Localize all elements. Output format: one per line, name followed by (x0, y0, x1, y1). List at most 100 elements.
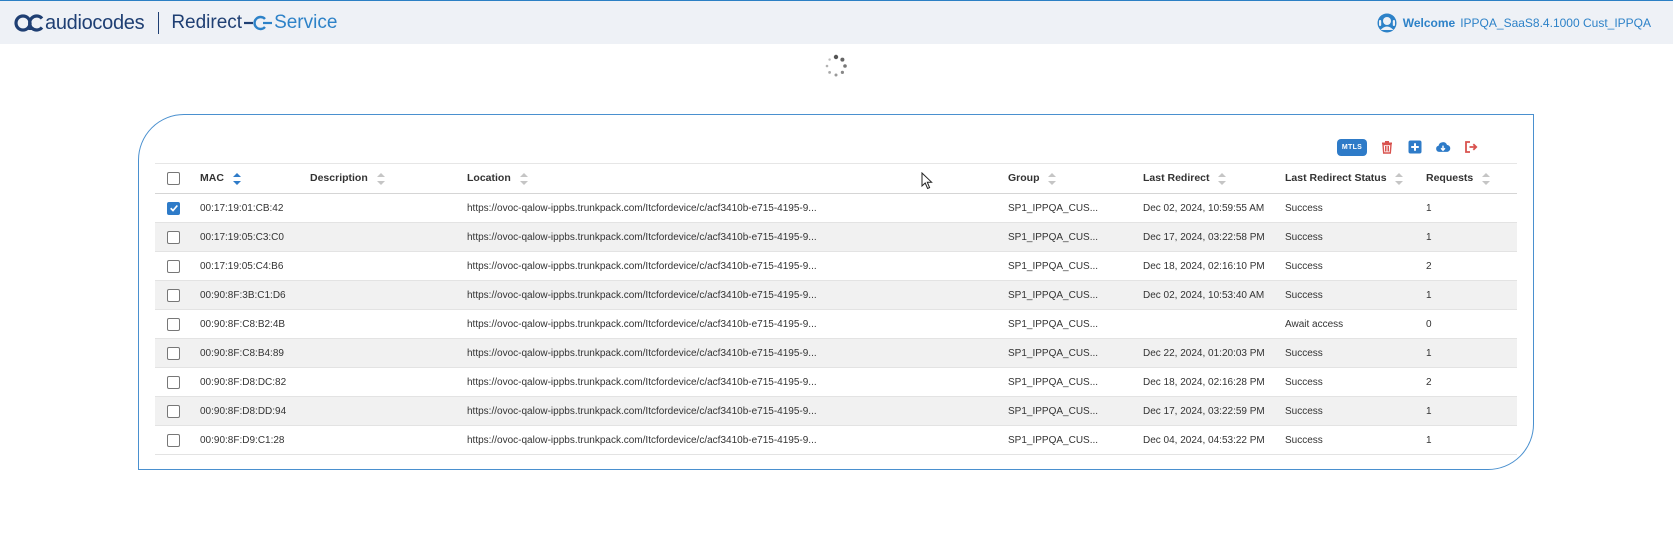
sort-icon[interactable] (1395, 172, 1404, 185)
table-row[interactable]: 00:90:8F:3B:C1:D6 https://ovoc-qalow-ippb… (155, 280, 1517, 310)
last-redirect-cell: Dec 04, 2024, 04:53:22 PM (1143, 434, 1265, 446)
cloud-download-icon (1436, 142, 1451, 152)
mac-cell: 00:90:8F:C8:B2:4B (200, 318, 286, 330)
table-row[interactable]: 00:90:8F:C8:B2:4B https://ovoc-qalow-ippb… (155, 310, 1517, 339)
column-header-label: MAC (200, 172, 224, 185)
service-title-part1: Redirect (171, 12, 243, 33)
table-row[interactable]: 00:90:8F:C8:B4:89 https://ovoc-qalow-ippb… (155, 338, 1517, 368)
row-select-cell (155, 397, 200, 426)
description-cell (310, 223, 467, 252)
sort-icon[interactable] (232, 172, 241, 185)
mac-cell: 00:17:19:01:CB:42 (200, 202, 284, 214)
location-cell: https://ovoc-qalow-ippbs.trunkpack.com/I… (467, 434, 817, 446)
row-select-cell (155, 223, 200, 252)
column-header-last-redirect[interactable]: Last Redirect (1143, 164, 1285, 194)
user-welcome[interactable]: Welcome IPPQA_SaaS8.4.1000 Cust_IPPQA (1377, 13, 1651, 33)
sort-icon[interactable] (1218, 172, 1227, 185)
location-cell: https://ovoc-qalow-ippbs.trunkpack.com/I… (467, 318, 817, 330)
row-checkbox[interactable] (167, 346, 180, 360)
description-cell (310, 194, 467, 223)
mac-cell: 00:90:8F:3B:C1:D6 (200, 289, 286, 301)
add-button[interactable] (1407, 139, 1423, 155)
row-checkbox[interactable] (167, 230, 180, 244)
sort-icon[interactable] (1048, 172, 1057, 185)
row-checkbox[interactable] (167, 433, 180, 447)
table-row[interactable]: 00:90:8F:D8:DD:94 https://ovoc-qalow-ippb… (155, 396, 1517, 426)
devices-table: MAC Description Location Group Last Redi… (155, 163, 1517, 455)
column-header-description[interactable]: Description (310, 164, 467, 194)
last-redirect-cell: Dec 02, 2024, 10:53:40 AM (1143, 289, 1265, 301)
table-row[interactable]: 00:17:19:05:C3:C0 https://ovoc-qalow-ippb… (155, 222, 1517, 252)
app-header: audiocodes Redirect Service Welcome IPPQ… (0, 1, 1673, 44)
location-cell: https://ovoc-qalow-ippbs.trunkpack.com/I… (467, 376, 817, 388)
group-cell: SP1_IPPQA_CUS... (1008, 202, 1099, 214)
table-row[interactable]: 00:90:8F:D9:C1:28 https://ovoc-qalow-ippb… (155, 426, 1517, 455)
group-cell: SP1_IPPQA_CUS... (1008, 318, 1099, 330)
row-checkbox[interactable] (167, 288, 180, 302)
location-cell: https://ovoc-qalow-ippbs.trunkpack.com/I… (467, 289, 817, 301)
delete-button[interactable] (1379, 139, 1395, 155)
table-row[interactable]: 00:17:19:05:C4:B6 https://ovoc-qalow-ippb… (155, 252, 1517, 281)
requests-cell: 1 (1426, 347, 1432, 359)
column-header-group[interactable]: Group (1008, 164, 1143, 194)
redirect-icon (244, 15, 273, 31)
sort-icon[interactable] (1482, 172, 1491, 185)
audiocodes-logo-mark (14, 14, 44, 32)
row-checkbox[interactable] (167, 375, 180, 389)
user-avatar-icon (1377, 13, 1397, 33)
group-cell: SP1_IPPQA_CUS... (1008, 347, 1099, 359)
status-cell: Success (1285, 231, 1323, 243)
mac-cell: 00:17:19:05:C4:B6 (200, 260, 284, 272)
mtls-button[interactable]: MTLS (1337, 138, 1367, 156)
description-cell (310, 397, 467, 426)
column-header-mac[interactable]: MAC (200, 164, 310, 194)
row-select-cell (155, 194, 200, 223)
row-select-cell (155, 368, 200, 397)
group-cell: SP1_IPPQA_CUS... (1008, 260, 1099, 272)
group-cell: SP1_IPPQA_CUS... (1008, 231, 1099, 243)
column-header-label: Last Redirect (1143, 172, 1210, 185)
header-divider (158, 12, 160, 34)
description-cell (310, 281, 467, 310)
trash-icon (1382, 141, 1392, 154)
row-checkbox[interactable] (167, 201, 180, 215)
status-cell: Success (1285, 405, 1323, 417)
column-header-label: Requests (1426, 172, 1474, 185)
sort-icon[interactable] (376, 172, 385, 185)
select-all-checkbox[interactable] (167, 172, 180, 185)
status-cell: Success (1285, 434, 1323, 446)
row-checkbox[interactable] (167, 259, 180, 273)
status-cell: Success (1285, 202, 1323, 214)
column-header-requests[interactable]: Requests (1426, 164, 1517, 194)
row-checkbox[interactable] (167, 317, 180, 331)
select-all-cell (155, 164, 200, 194)
row-checkbox[interactable] (167, 404, 180, 418)
table-row[interactable]: 00:90:8F:D8:DC:82 https://ovoc-qalow-ippb… (155, 368, 1517, 397)
sort-icon[interactable] (519, 172, 528, 185)
welcome-user: IPPQA_SaaS8.4.1000 Cust_IPPQA (1460, 16, 1651, 30)
column-header-label: Location (467, 172, 511, 185)
row-select-cell (155, 339, 200, 368)
table-row[interactable]: 00:17:19:01:CB:42 https://ovoc-qalow-ippb… (155, 194, 1517, 223)
row-select-cell (155, 281, 200, 310)
row-select-cell (155, 252, 200, 281)
requests-cell: 2 (1426, 376, 1432, 388)
description-cell (310, 368, 467, 397)
mouse-cursor-icon (921, 172, 933, 190)
location-cell: https://ovoc-qalow-ippbs.trunkpack.com/I… (467, 231, 817, 243)
group-cell: SP1_IPPQA_CUS... (1008, 376, 1099, 388)
location-cell: https://ovoc-qalow-ippbs.trunkpack.com/I… (467, 260, 817, 272)
mac-cell: 00:17:19:05:C3:C0 (200, 231, 284, 243)
column-header-label: Group (1008, 172, 1040, 185)
table-header-row: MAC Description Location Group Last Redi… (155, 163, 1517, 194)
status-cell: Success (1285, 289, 1323, 301)
mac-cell: 00:90:8F:C8:B4:89 (200, 347, 284, 359)
download-button[interactable] (1435, 139, 1451, 155)
service-title: Redirect Service (171, 12, 337, 34)
status-cell: Success (1285, 347, 1323, 359)
logout-button[interactable] (1463, 139, 1479, 155)
devices-table-container: MAC Description Location Group Last Redi… (155, 163, 1517, 455)
audiocodes-logo[interactable]: audiocodes Redirect Service (14, 11, 337, 35)
column-header-label: Description (310, 172, 368, 185)
column-header-last-redirect-status[interactable]: Last Redirect Status (1285, 164, 1426, 194)
